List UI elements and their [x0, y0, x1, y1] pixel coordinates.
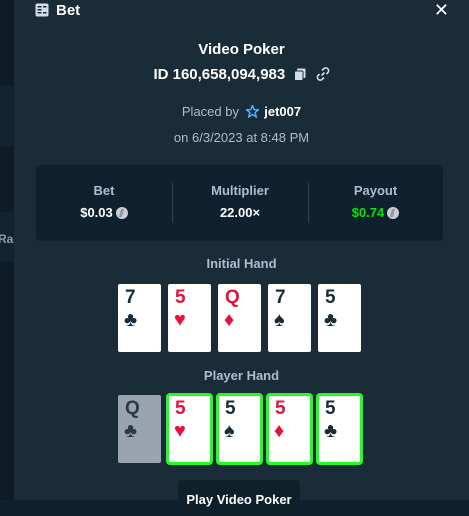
initial-card-5: 5 ♣ [318, 284, 361, 352]
diamond-icon: ♦ [224, 309, 235, 331]
player-card-3: 5 ♠ [216, 393, 263, 465]
vip-star-icon [245, 105, 259, 118]
club-icon: ♣ [124, 309, 138, 331]
diamond-icon: ♦ [274, 420, 285, 442]
club-icon: ♣ [324, 420, 338, 442]
player-card-4: 5 ♦ [266, 393, 313, 465]
background-page: Rac [0, 0, 20, 500]
bet-modal: Bet ✕ Video Poker ID 160,658,094,983 Pla… [14, 0, 469, 516]
player-card-1: Q ♣ [118, 395, 161, 463]
initial-card-2: 5 ♥ [168, 284, 211, 352]
initial-hand-label: Initial Hand [206, 256, 277, 271]
card-rank: 5 [325, 398, 336, 419]
club-icon: ♣ [124, 420, 138, 442]
stat-label: Multiplier [211, 183, 269, 198]
spade-icon: ♠ [224, 420, 235, 442]
bet-stats-panel: Bet $0.03 Multiplier 22.00× Payout $0.74 [36, 165, 443, 241]
close-icon[interactable]: ✕ [434, 0, 449, 20]
card-rank: 7 [275, 287, 286, 308]
link-icon[interactable] [316, 67, 330, 81]
player-hand-label: Player Hand [203, 368, 280, 383]
player-card-5: 5 ♣ [316, 393, 363, 465]
heart-icon: ♥ [174, 309, 186, 331]
bet-amount: $0.03 [80, 205, 113, 220]
initial-card-1: 7 ♣ [118, 284, 161, 352]
card-rank: 5 [175, 287, 186, 308]
placed-by-row: Placed by jet007 [14, 104, 469, 119]
username-link[interactable]: jet007 [264, 104, 301, 119]
copy-icon[interactable] [294, 68, 306, 81]
stat-value: $0.03 [36, 205, 172, 220]
play-video-poker-button[interactable]: Play Video Poker [178, 480, 300, 516]
placed-by-label: Placed by [181, 104, 239, 119]
card-rank: 5 [275, 398, 286, 419]
spade-icon: ♠ [274, 309, 285, 331]
litecoin-icon [387, 207, 400, 219]
litecoin-icon [115, 207, 128, 219]
multiplier-value: 22.00× [219, 205, 261, 220]
card-rank: Q [125, 398, 140, 419]
bet-id: ID 160,658,094,983 [153, 66, 286, 83]
stat-label: Payout [353, 183, 398, 198]
player-card-2: 5 ♥ [166, 393, 213, 465]
stat-multiplier: Multiplier 22.00× [172, 165, 308, 241]
heart-icon: ♥ [174, 420, 186, 442]
card-rank: 7 [125, 287, 136, 308]
bet-id-row: ID 160,658,094,983 [14, 66, 469, 83]
card-rank: 5 [225, 398, 236, 419]
stat-label: Bet [93, 183, 115, 198]
initial-card-3: Q ♦ [218, 284, 261, 352]
receipt-icon [35, 3, 49, 17]
card-rank: 5 [175, 398, 186, 419]
card-rank: Q [225, 287, 240, 308]
stat-bet: Bet $0.03 [36, 165, 172, 241]
modal-header: Bet ✕ [14, 0, 469, 24]
payout-amount: $0.74 [351, 205, 385, 220]
background-band [0, 86, 14, 146]
game-title: Video Poker [198, 41, 285, 58]
modal-title: Bet [56, 2, 81, 19]
club-icon: ♣ [324, 309, 338, 331]
placed-date: on 6/3/2023 at 8:48 PM [173, 130, 310, 145]
stat-payout: Payout $0.74 [308, 165, 443, 241]
card-rank: 5 [325, 287, 336, 308]
initial-card-4: 7 ♠ [268, 284, 311, 352]
stat-value: $0.74 [308, 205, 443, 220]
